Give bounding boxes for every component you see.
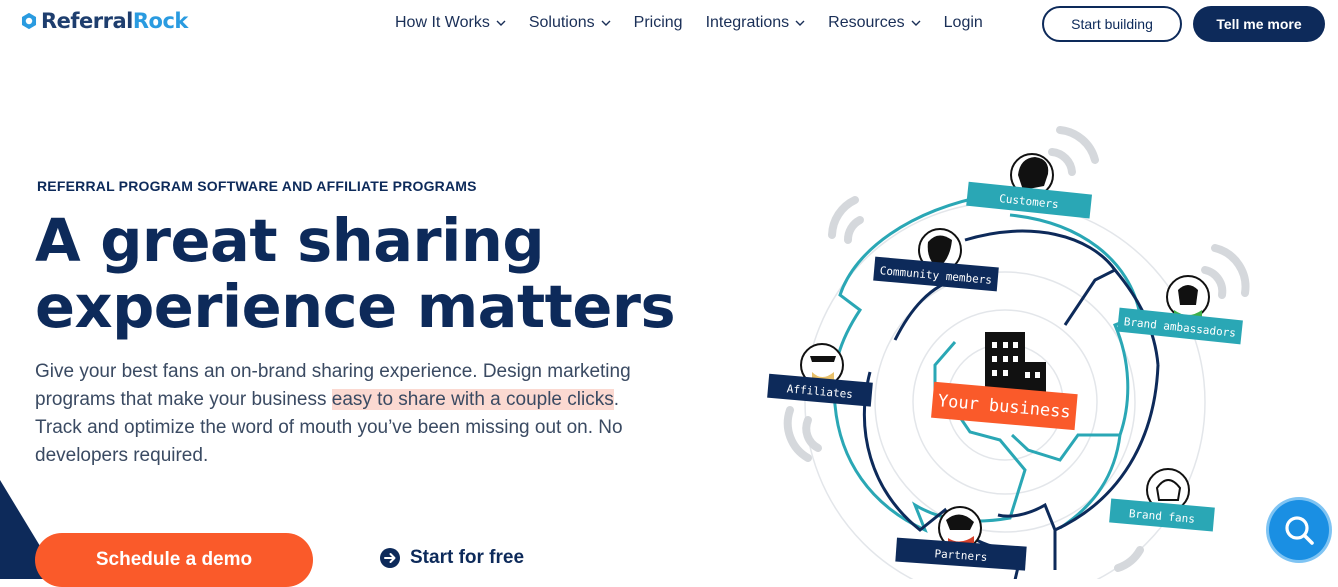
headline-line-2: experience matters [35,272,676,341]
start-building-button[interactable]: Start building [1042,6,1182,42]
nav-solutions[interactable]: Solutions [529,14,611,32]
brand-fans-node: Brand fans [1109,468,1215,532]
start-for-free-link[interactable]: Start for free [380,547,524,569]
nav-integrations-label: Integrations [705,14,790,31]
main-menu: How It Works Solutions Pricing Integrati… [395,14,1006,32]
nav-login[interactable]: Login [944,14,983,32]
top-navigation: ReferralRock How It Works Solutions Pric… [0,0,1338,50]
headline-line-1: A great sharing [35,206,545,275]
search-icon [1285,516,1314,545]
referralrock-logo[interactable]: ReferralRock [20,9,188,33]
arrow-right-circle-icon [380,548,400,568]
nav-pricing[interactable]: Pricing [634,14,683,32]
chevron-down-icon [601,20,611,26]
chevron-down-icon [496,20,506,26]
hero-eyebrow: REFERRAL PROGRAM SOFTWARE AND AFFILIATE … [37,178,477,194]
community-members-node: Community members [873,228,999,292]
nav-solutions-label: Solutions [528,14,595,31]
hero-description: Give your best fans an on-brand sharing … [35,358,635,470]
your-business-center: Your business [931,332,1078,431]
tell-me-more-button[interactable]: Tell me more [1193,6,1325,42]
search-button[interactable] [1269,500,1329,560]
nav-how-it-works[interactable]: How It Works [395,14,506,32]
chevron-down-icon [795,20,805,26]
nav-pricing-label: Pricing [633,14,683,31]
nav-how-it-works-label: How It Works [395,14,490,31]
logo-text: ReferralRock [41,9,188,33]
nav-login-label: Login [943,14,983,31]
nav-integrations[interactable]: Integrations [706,14,806,32]
hero-headline: A great sharing experience matters [35,206,676,341]
start-for-free-label: Start for free [410,547,525,568]
nav-resources-label: Resources [828,14,905,31]
description-highlight: easy to share with a couple clicks [331,389,614,410]
affiliates-node: Affiliates [767,343,873,407]
logo-gear-icon [21,12,37,30]
referral-network-illustration: Your business Customers Community member… [767,126,1250,579]
nav-resources[interactable]: Resources [828,14,921,32]
chevron-down-icon [911,20,921,26]
